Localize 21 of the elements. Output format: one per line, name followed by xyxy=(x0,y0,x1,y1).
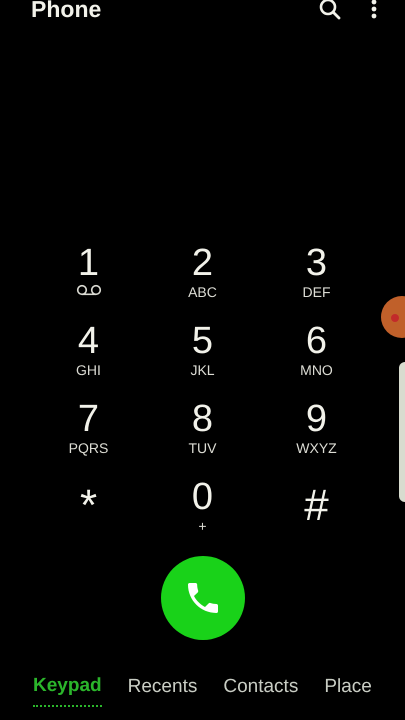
dial-key[interactable]: 9 WXYZ xyxy=(260,398,374,464)
dial-key[interactable]: 5 JKL xyxy=(146,320,260,386)
dial-key[interactable]: # xyxy=(260,476,374,542)
voicemail-icon xyxy=(76,284,102,296)
dial-key[interactable]: 2 ABC xyxy=(146,242,260,308)
dial-key[interactable]: 6 MNO xyxy=(260,320,374,386)
search-icon[interactable] xyxy=(319,0,341,20)
dial-key[interactable]: * xyxy=(32,476,146,542)
dial-key[interactable]: 1 xyxy=(32,242,146,308)
tab[interactable]: Keypad xyxy=(33,672,102,706)
dial-key[interactable]: 0 + xyxy=(146,476,260,542)
tab[interactable]: Place xyxy=(324,672,372,706)
more-options-icon[interactable] xyxy=(371,0,377,19)
dial-key[interactable]: 3 DEF xyxy=(260,242,374,308)
dial-key[interactable]: 8 TUV xyxy=(146,398,260,464)
edge-panel-handle[interactable] xyxy=(399,362,405,502)
dial-key[interactable]: 4 GHI xyxy=(32,320,146,386)
dial-key[interactable]: 7 PQRS xyxy=(32,398,146,464)
tab[interactable]: Contacts xyxy=(223,672,298,706)
app-title: Phone xyxy=(31,0,102,23)
tab[interactable]: Recents xyxy=(128,672,198,706)
